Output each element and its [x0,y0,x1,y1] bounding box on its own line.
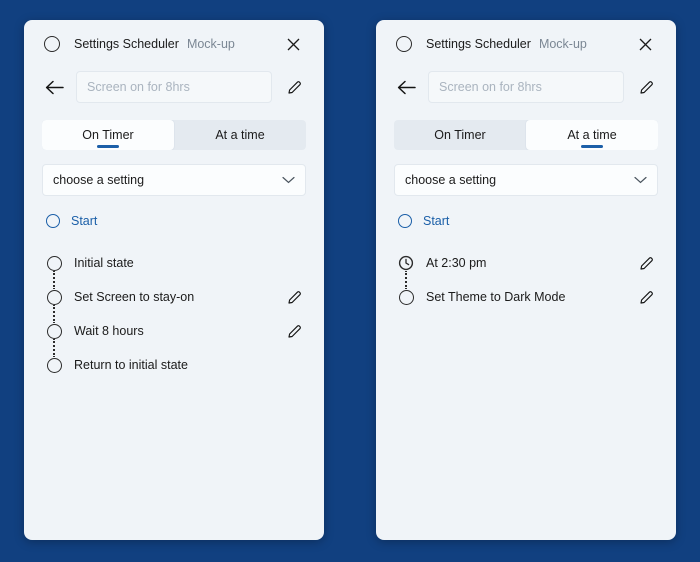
start-row[interactable]: Start [42,214,306,228]
circle-icon [46,323,62,339]
circle-icon [46,357,62,373]
step-label: Set Theme to Dark Mode [426,290,566,304]
start-row[interactable]: Start [394,214,658,228]
step-label: At 2:30 pm [426,256,487,270]
tab-label: On Timer [82,128,134,142]
arrow-left-icon[interactable] [394,75,418,99]
list-item[interactable]: Return to initial state [46,348,306,382]
step-list: Initial state Set Screen to stay-on Wait… [42,246,306,382]
title-subtitle: Mock-up [538,37,587,51]
step-list: At 2:30 pm Set Theme to Dark Mode [394,246,658,314]
dropdown-value: choose a setting [405,173,497,187]
page-title: Settings Scheduler [426,37,531,51]
close-icon[interactable] [280,31,306,57]
circle-icon [46,214,60,228]
titlebar: Settings Scheduler Mock-up [394,20,658,64]
schedule-name-input[interactable] [76,71,272,103]
tab-at-a-time[interactable]: At a time [526,120,658,150]
circle-icon [396,36,412,52]
setting-dropdown[interactable]: choose a setting [394,164,658,196]
clock-icon [398,255,414,271]
dropdown-value: choose a setting [53,173,145,187]
mockup-stage: Settings Scheduler Mock-up On Timer At a… [0,0,700,562]
step-label: Return to initial state [74,358,188,372]
chevron-down-icon [634,176,647,184]
list-item[interactable]: Set Screen to stay-on [46,280,306,324]
pencil-icon[interactable] [634,251,658,275]
at-a-time-panel: Settings Scheduler Mock-up On Timer At a… [376,20,676,540]
circle-icon [398,214,412,228]
list-item[interactable]: Set Theme to Dark Mode [398,280,658,314]
tab-on-timer[interactable]: On Timer [42,120,174,150]
pencil-icon[interactable] [634,285,658,309]
pencil-icon[interactable] [634,75,658,99]
tab-label: On Timer [434,128,486,142]
step-label: Set Screen to stay-on [74,290,195,304]
step-label: Initial state [74,256,134,270]
circle-icon [398,289,414,305]
arrow-left-icon[interactable] [42,75,66,99]
step-label: Wait 8 hours [74,324,144,338]
list-item[interactable]: At 2:30 pm [398,246,658,290]
tab-on-timer[interactable]: On Timer [394,120,526,150]
name-row [394,64,658,110]
chevron-down-icon [282,176,295,184]
tab-label: At a time [215,128,265,142]
circle-icon [46,289,62,305]
close-icon[interactable] [632,31,658,57]
titlebar: Settings Scheduler Mock-up [42,20,306,64]
setting-dropdown[interactable]: choose a setting [42,164,306,196]
list-item[interactable]: Wait 8 hours [46,314,306,358]
circle-icon [46,255,62,271]
start-label: Start [423,214,450,228]
list-item[interactable]: Initial state [46,246,306,290]
pencil-icon[interactable] [282,75,306,99]
pencil-icon[interactable] [282,319,306,343]
name-row [42,64,306,110]
mode-tabs: On Timer At a time [394,120,658,150]
tab-label: At a time [567,128,617,142]
tab-at-a-time[interactable]: At a time [174,120,306,150]
on-timer-panel: Settings Scheduler Mock-up On Timer At a… [24,20,324,540]
start-label: Start [71,214,98,228]
mode-tabs: On Timer At a time [42,120,306,150]
title-subtitle: Mock-up [186,37,235,51]
page-title: Settings Scheduler [74,37,179,51]
schedule-name-input[interactable] [428,71,624,103]
pencil-icon[interactable] [282,285,306,309]
circle-icon [44,36,60,52]
